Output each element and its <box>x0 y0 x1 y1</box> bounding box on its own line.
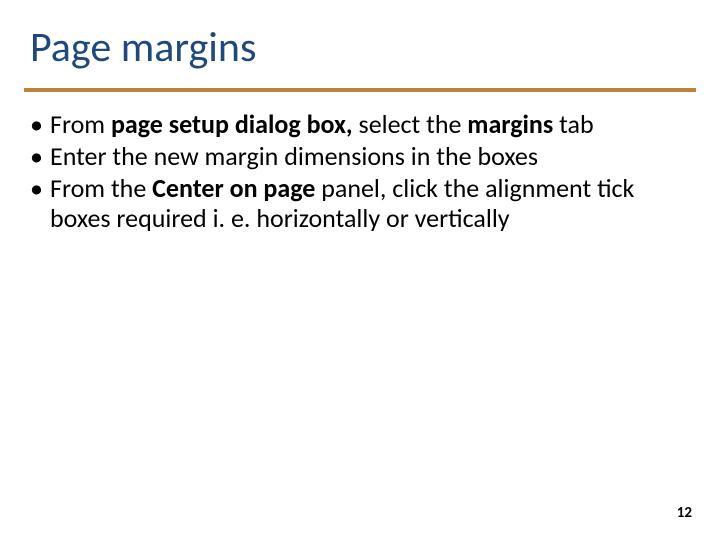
bullet-list: From page setup dialog box, select the m… <box>30 110 670 234</box>
list-item: Enter the new margin dimensions in the b… <box>30 142 670 172</box>
bullet-bold: Center on page <box>152 172 315 204</box>
slide: Page margins From page setup dialog box,… <box>0 0 720 540</box>
bullet-text: From <box>50 108 111 140</box>
list-item: From the Center on page panel, click the… <box>30 174 670 234</box>
bullet-text: From the <box>50 172 152 204</box>
bullet-bold: margins <box>467 108 553 140</box>
list-item: From page setup dialog box, select the m… <box>30 110 670 140</box>
bullet-text: select the <box>353 108 468 140</box>
slide-title: Page margins <box>30 22 256 73</box>
bullet-text: Enter the new margin dimensions in the b… <box>50 140 538 172</box>
slide-body: From page setup dialog box, select the m… <box>30 110 670 236</box>
bullet-bold: page setup dialog box, <box>111 108 353 140</box>
bullet-text: tab <box>553 108 593 140</box>
title-underline <box>24 88 696 92</box>
page-number: 12 <box>677 504 692 522</box>
